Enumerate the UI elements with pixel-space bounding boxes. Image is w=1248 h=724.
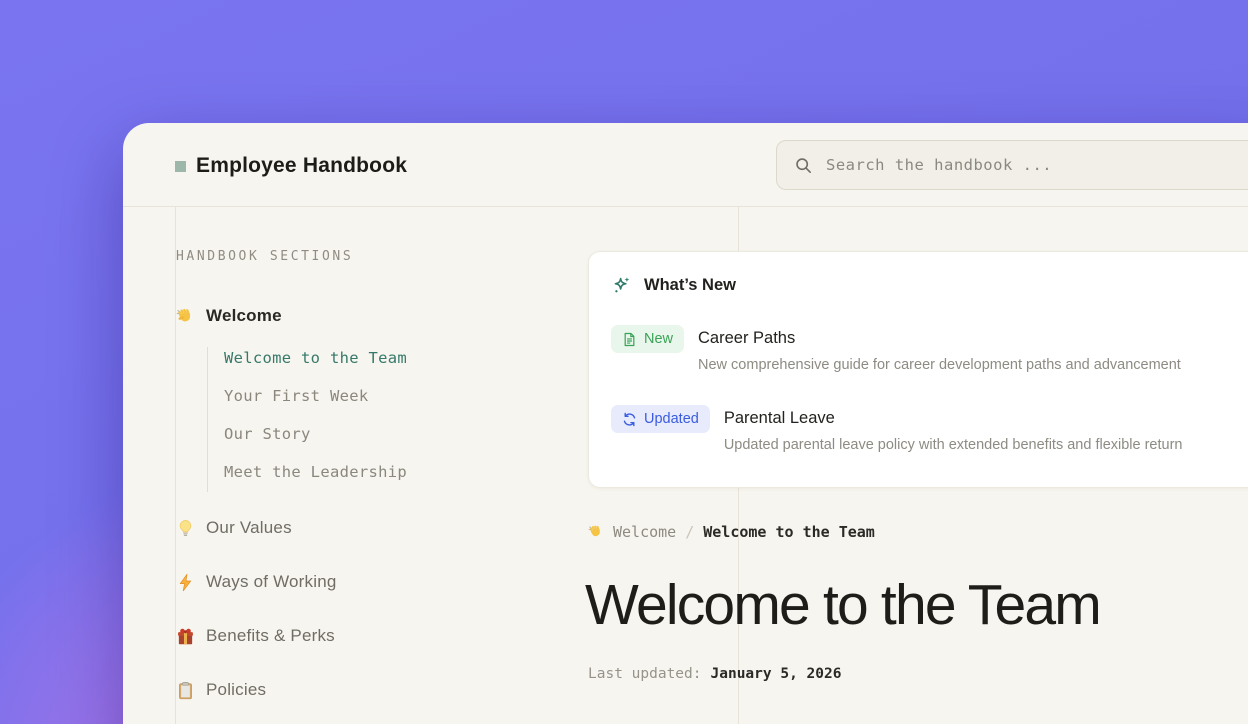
breadcrumb-separator: /: [685, 523, 694, 541]
breadcrumb-section[interactable]: Welcome: [613, 523, 676, 541]
app-brand: Employee Handbook: [175, 154, 407, 178]
whats-new-card: What’s New New Career Paths New comprehe…: [588, 251, 1248, 488]
handbook-app-window: Employee Handbook HANDBOOK SECTIONS: [123, 123, 1248, 724]
search-icon: [794, 156, 813, 175]
sidebar-item-label: Ways of Working: [206, 572, 337, 592]
sparkle-icon: [611, 275, 632, 296]
clipboard-icon: [176, 681, 195, 700]
brand-square-icon: [175, 161, 186, 172]
last-updated-value: January 5, 2026: [711, 666, 842, 682]
sidebar-item-label: Welcome: [206, 306, 282, 326]
subnav-indent-line: [207, 347, 208, 492]
search-input[interactable]: [826, 156, 1248, 174]
lightning-icon: [176, 573, 195, 592]
document-icon: [622, 332, 637, 347]
badge-label: New: [644, 331, 673, 347]
sidebar-item-label: Benefits & Perks: [206, 626, 335, 646]
whats-new-header: What’s New: [611, 275, 736, 296]
refresh-icon: [622, 412, 637, 427]
sidebar-item-welcome[interactable]: Welcome: [176, 306, 282, 326]
whats-new-item-title: Parental Leave: [724, 409, 1183, 428]
whats-new-item-description: Updated parental leave policy with exten…: [724, 437, 1183, 453]
badge-label: Updated: [644, 411, 699, 427]
sidebar-item-policies[interactable]: Policies: [176, 680, 266, 700]
new-badge: New: [611, 325, 684, 353]
sidebar-item-ways-of-working[interactable]: Ways of Working: [176, 572, 337, 592]
subnav-welcome-to-the-team[interactable]: Welcome to the Team: [224, 349, 407, 367]
breadcrumb-page: Welcome to the Team: [703, 523, 875, 541]
page-title: Welcome to the Team: [585, 572, 1100, 638]
whats-new-title: What’s New: [644, 276, 736, 295]
app-header: Employee Handbook: [123, 123, 1248, 207]
subnav-meet-the-leadership[interactable]: Meet the Leadership: [224, 463, 407, 481]
app-title: Employee Handbook: [196, 154, 407, 178]
sidebar-item-benefits-perks[interactable]: Benefits & Perks: [176, 626, 335, 646]
lightbulb-icon: [176, 519, 195, 538]
desktop-background: Employee Handbook HANDBOOK SECTIONS: [0, 0, 1248, 724]
whats-new-item-description: New comprehensive guide for career devel…: [698, 357, 1181, 373]
updated-badge: Updated: [611, 405, 710, 433]
search-box[interactable]: [776, 140, 1248, 190]
sidebar-grid-line: [175, 207, 176, 724]
whats-new-item-title: Career Paths: [698, 329, 1181, 348]
subnav-your-first-week[interactable]: Your First Week: [224, 387, 368, 405]
wave-hand-icon: [588, 524, 604, 540]
gift-icon: [176, 627, 195, 646]
subnav-our-story[interactable]: Our Story: [224, 425, 311, 443]
sidebar-section-label: HANDBOOK SECTIONS: [176, 249, 353, 264]
sidebar-item-our-values[interactable]: Our Values: [176, 518, 292, 538]
whats-new-item-parental-leave[interactable]: Updated Parental Leave Updated parental …: [611, 405, 1182, 453]
breadcrumb: Welcome / Welcome to the Team: [588, 523, 875, 541]
whats-new-item-career-paths[interactable]: New Career Paths New comprehensive guide…: [611, 325, 1181, 373]
wave-hand-icon: [176, 307, 195, 326]
last-updated-label: Last updated:: [588, 666, 702, 682]
sidebar-item-label: Our Values: [206, 518, 292, 538]
sidebar-item-label: Policies: [206, 680, 266, 700]
last-updated: Last updated: January 5, 2026: [588, 666, 841, 682]
